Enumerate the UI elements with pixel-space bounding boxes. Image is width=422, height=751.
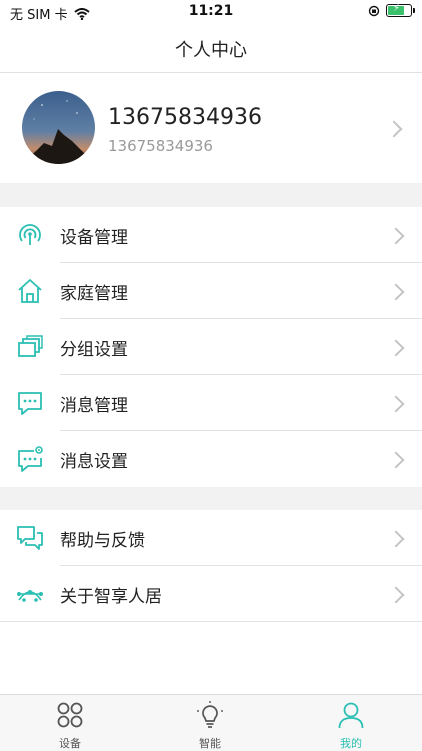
- tab-mine[interactable]: 我的: [311, 695, 391, 751]
- menu-label: 设备管理: [60, 228, 128, 248]
- avatar[interactable]: [22, 91, 95, 164]
- device-grid-icon: [57, 702, 83, 728]
- message-settings-icon: [18, 446, 43, 472]
- menu-item-about[interactable]: 关于智享人居: [0, 566, 422, 622]
- nav-bar: 个人中心: [0, 24, 422, 73]
- chevron-right-icon: [387, 395, 405, 413]
- message-icon: [18, 392, 42, 415]
- chevron-right-icon: [387, 586, 405, 604]
- tab-label: 智能: [199, 737, 221, 750]
- tab-label: 我的: [340, 737, 362, 750]
- profile-row[interactable]: 13675834936 13675834936: [0, 73, 422, 183]
- tab-smart[interactable]: 智能: [170, 695, 250, 751]
- home-icon: [18, 279, 42, 303]
- tab-label: 设备: [59, 737, 81, 750]
- section-separator: [0, 487, 422, 510]
- feedback-icon: [17, 526, 43, 550]
- divider: [0, 621, 422, 622]
- menu-item-device-management[interactable]: 设备管理: [0, 207, 422, 263]
- profile-account: 13675834936: [108, 137, 213, 155]
- menu-label: 消息设置: [60, 452, 128, 472]
- menu-item-help-feedback[interactable]: 帮助与反馈: [0, 510, 422, 566]
- clock: 11:21: [188, 3, 234, 19]
- status-indicators: ⚡: [368, 3, 415, 17]
- status-bar: 无 SIM 卡 11:21 ⚡: [0, 0, 422, 24]
- user-icon: [338, 702, 364, 729]
- menu-label: 帮助与反馈: [60, 531, 145, 551]
- profile-name: 13675834936: [108, 105, 262, 130]
- menu-label: 消息管理: [60, 396, 128, 416]
- tab-devices[interactable]: 设备: [30, 695, 110, 751]
- tab-bar: 设备 智能 我的: [0, 694, 422, 751]
- section-separator: [0, 183, 422, 207]
- menu-label: 分组设置: [60, 340, 128, 360]
- menu-item-message-management[interactable]: 消息管理: [0, 375, 422, 431]
- bulb-icon: [197, 701, 223, 728]
- about-icon: [17, 590, 43, 602]
- menu-item-group-settings[interactable]: 分组设置: [0, 319, 422, 375]
- battery-icon: ⚡: [386, 3, 415, 17]
- menu-item-home-management[interactable]: 家庭管理: [0, 263, 422, 319]
- menu-item-message-settings[interactable]: 消息设置: [0, 431, 422, 487]
- group-layers-icon: [18, 335, 43, 357]
- chevron-right-icon: [387, 451, 405, 469]
- orientation-lock-icon: [368, 5, 380, 16]
- page-title: 个人中心: [175, 40, 247, 61]
- chevron-right-icon: [385, 120, 403, 138]
- device-signal-icon: [19, 224, 41, 245]
- chevron-right-icon: [387, 283, 405, 301]
- menu-label: 家庭管理: [60, 284, 128, 304]
- chevron-right-icon: [387, 227, 405, 245]
- chevron-right-icon: [387, 339, 405, 357]
- chevron-right-icon: [387, 530, 405, 548]
- menu-label: 关于智享人居: [60, 587, 162, 607]
